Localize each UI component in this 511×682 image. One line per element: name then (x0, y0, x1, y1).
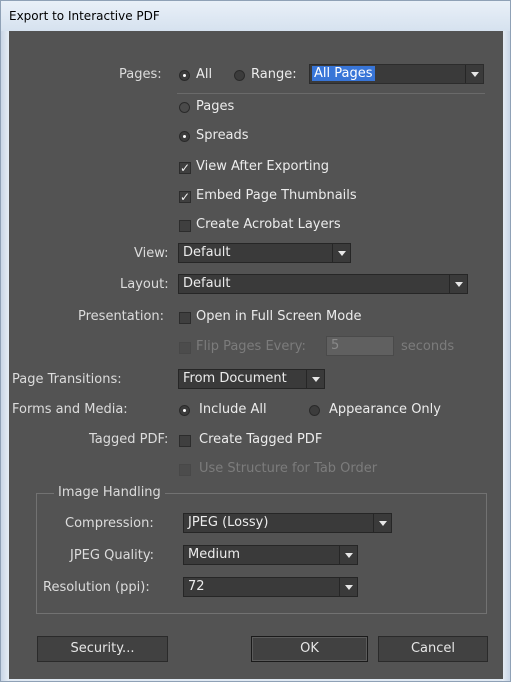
resolution-value[interactable]: 72 (188, 579, 205, 594)
spreads-option-label[interactable]: Spreads (196, 128, 249, 143)
pages-label: Pages: (119, 67, 162, 82)
ok-button[interactable]: OK (251, 636, 368, 662)
jpeg-quality-value: Medium (188, 547, 240, 562)
security-button[interactable]: Security... (37, 636, 168, 662)
create-acrobat-layers-checkbox[interactable] (179, 220, 191, 232)
view-label: View: (134, 246, 169, 261)
pages-all-label[interactable]: All (196, 67, 212, 82)
export-dialog-window: Export to Interactive PDF Pages: All Ran… (0, 0, 511, 682)
page-transitions-label: Page Transitions: (12, 372, 122, 387)
presentation-label: Presentation: (78, 309, 165, 324)
full-screen-label[interactable]: Open in Full Screen Mode (196, 309, 361, 324)
embed-thumbnails-label[interactable]: Embed Page Thumbnails (196, 188, 357, 203)
forms-media-label: Forms and Media: (12, 402, 128, 417)
tab-order-checkbox[interactable] (179, 464, 191, 476)
image-handling-title: Image Handling (54, 485, 165, 500)
chevron-down-icon[interactable] (339, 546, 357, 564)
compression-label: Compression: (65, 516, 154, 531)
cancel-button[interactable]: Cancel (378, 636, 488, 662)
appearance-only-label[interactable]: Appearance Only (329, 402, 441, 417)
jpeg-quality-dropdown[interactable]: Medium (183, 545, 358, 565)
chevron-down-icon[interactable] (449, 275, 467, 293)
pages-all-radio[interactable] (179, 70, 190, 81)
title-bar[interactable]: Export to Interactive PDF (1, 1, 510, 31)
layout-value: Default (183, 276, 231, 291)
flip-seconds-value: 5 (331, 338, 340, 353)
pages-range-radio[interactable] (234, 70, 245, 81)
view-dropdown[interactable]: Default (178, 243, 351, 263)
chevron-down-icon[interactable] (373, 514, 391, 532)
chevron-down-icon[interactable] (332, 244, 350, 262)
tab-order-label: Use Structure for Tab Order (199, 461, 378, 476)
page-range-dropdown[interactable]: All Pages (309, 64, 484, 84)
spreads-option-radio[interactable] (179, 131, 190, 142)
flip-pages-checkbox[interactable] (179, 342, 191, 354)
tagged-pdf-label: Tagged PDF: (89, 432, 169, 447)
chevron-down-icon[interactable] (339, 578, 357, 596)
embed-thumbnails-checkbox[interactable]: ✓ (179, 191, 191, 203)
create-tagged-pdf-checkbox[interactable] (179, 435, 191, 447)
appearance-only-radio[interactable] (309, 405, 320, 416)
layout-label: Layout: (120, 277, 169, 292)
include-all-radio[interactable] (179, 405, 190, 416)
pages-option-radio[interactable] (179, 102, 190, 113)
view-after-exporting-checkbox[interactable]: ✓ (179, 162, 191, 174)
view-value: Default (183, 245, 231, 260)
jpeg-quality-label: JPEG Quality: (70, 548, 154, 563)
resolution-label: Resolution (ppi): (43, 580, 150, 595)
include-all-label[interactable]: Include All (199, 402, 267, 417)
layout-dropdown[interactable]: Default (178, 274, 468, 294)
pages-separator (177, 93, 485, 94)
create-tagged-pdf-label[interactable]: Create Tagged PDF (199, 432, 322, 447)
pages-option-label[interactable]: Pages (196, 99, 234, 114)
page-transitions-dropdown[interactable]: From Document (178, 369, 325, 389)
pages-range-label[interactable]: Range: (251, 67, 297, 82)
resolution-dropdown[interactable]: 72 (183, 577, 358, 597)
window-frame-left (1, 31, 9, 681)
flip-seconds-field[interactable]: 5 (326, 336, 394, 356)
window-title: Export to Interactive PDF (9, 9, 160, 23)
window-frame-right (502, 31, 510, 681)
seconds-label: seconds (401, 339, 455, 354)
full-screen-checkbox[interactable] (179, 312, 191, 324)
page-range-value[interactable]: All Pages (312, 66, 375, 81)
chevron-down-icon[interactable] (465, 65, 483, 83)
dialog-body: Pages: All Range: All Pages Pages Spread… (9, 31, 503, 679)
chevron-down-icon[interactable] (306, 370, 324, 388)
page-transitions-value: From Document (183, 371, 287, 386)
view-after-exporting-label[interactable]: View After Exporting (196, 159, 329, 174)
create-acrobat-layers-label[interactable]: Create Acrobat Layers (196, 217, 341, 232)
compression-value: JPEG (Lossy) (188, 515, 269, 530)
flip-pages-label: Flip Pages Every: (196, 339, 306, 354)
compression-dropdown[interactable]: JPEG (Lossy) (183, 513, 392, 533)
